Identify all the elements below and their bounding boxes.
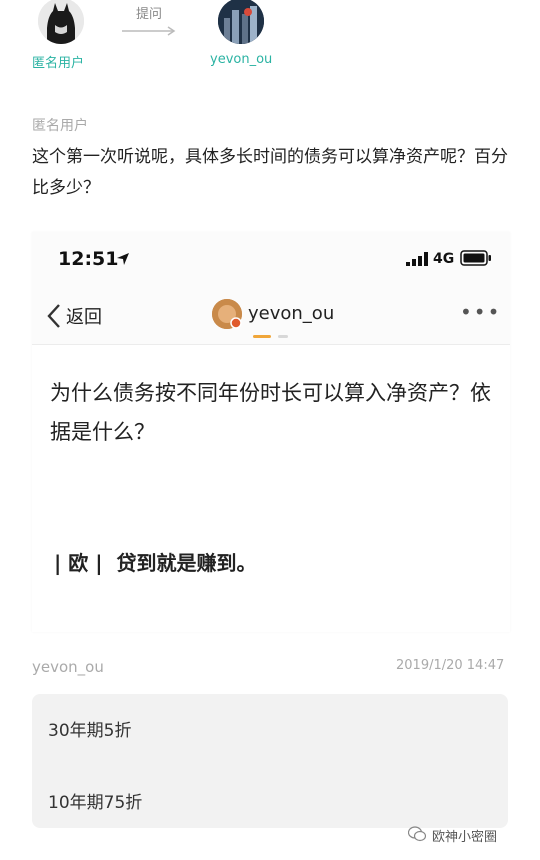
location-arrow-icon	[117, 253, 129, 265]
nav-bar: 返回 yevon_ou •••	[32, 288, 510, 345]
more-icon[interactable]: •••	[460, 300, 501, 324]
signal-icon	[406, 252, 428, 266]
tab-indicator-active	[253, 335, 271, 338]
question-author: 匿名用户	[32, 118, 88, 134]
post-question-text: 为什么债务按不同年份时长可以算入净资产？依据是什么？	[50, 381, 491, 444]
answer-date: 2019/1/20 14:47	[396, 658, 505, 673]
arrow-right-icon	[122, 26, 176, 36]
user-avatar[interactable]	[212, 299, 242, 329]
answerer-avatar[interactable]	[218, 0, 264, 44]
status-bar: 12:51 4G	[32, 232, 510, 288]
post-answer-text: | 欧 | 贷到就是赚到。	[54, 551, 257, 575]
answer-line: 30年期5折	[48, 721, 132, 741]
status-time: 12:51	[58, 248, 119, 270]
answer-line: 10年期75折	[48, 793, 143, 813]
answerer-name[interactable]: yevon_ou	[210, 52, 272, 67]
answer-box: 30年期5折 10年期75折	[32, 694, 508, 828]
question-action-label: 提问	[136, 7, 163, 22]
asker-name[interactable]: 匿名用户	[32, 52, 84, 71]
answer-author: yevon_ou	[32, 658, 104, 676]
tab-indicator	[278, 335, 288, 338]
network-type: 4G	[433, 251, 455, 267]
wechat-icon	[408, 826, 426, 842]
battery-icon	[460, 250, 491, 266]
anonymous-avatar[interactable]	[38, 0, 84, 44]
watermark: 欧神小密圈	[432, 830, 498, 845]
question-text: 这个第一次听说呢，具体多长时间的债务可以算净资产呢？百分比多少？	[32, 147, 508, 198]
back-button[interactable]: 返回	[66, 303, 102, 329]
chevron-left-icon[interactable]	[46, 303, 62, 329]
embedded-screenshot: 12:51 4G 返回 yevon_ou ••• 为什么债务按不同年份时长可以算…	[32, 232, 510, 632]
nav-title: yevon_ou	[248, 303, 335, 324]
